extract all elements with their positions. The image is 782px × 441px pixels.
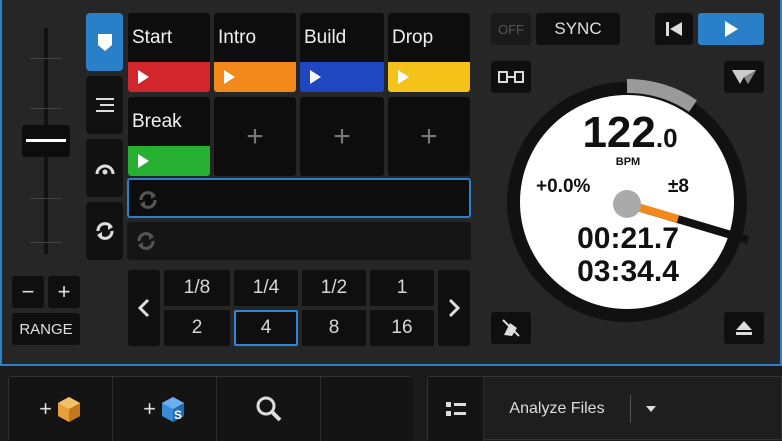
skip-back-icon [666, 22, 682, 36]
platter-center-cap [613, 190, 641, 218]
svg-text:S: S [174, 408, 182, 422]
loop-arrows-icon [137, 232, 155, 250]
saved-loop-slot-1[interactable] [127, 178, 471, 218]
pitch-range-button[interactable]: RANGE [12, 313, 80, 345]
eject-button[interactable] [724, 312, 764, 344]
sync-button[interactable]: SYNC [536, 13, 620, 45]
loop-arrows-icon [96, 222, 113, 240]
hotcue-mode-button[interactable] [86, 13, 123, 71]
list-view-button[interactable] [428, 377, 484, 441]
loop-size-1-4[interactable]: 1/4 [234, 270, 298, 306]
play-icon [224, 70, 235, 84]
pitch-range-value: ±8 [668, 176, 689, 197]
roll-arc-icon [95, 164, 114, 175]
chevron-right-icon [448, 298, 460, 318]
add-to-sampler-button[interactable]: + S [113, 377, 217, 441]
hotcue-pad-empty-8[interactable]: + [388, 97, 470, 176]
pitch-fader-handle[interactable] [22, 125, 70, 157]
prepare-box-icon [57, 397, 80, 422]
loop-size-2[interactable]: 2 [164, 310, 230, 346]
hotcue-trigger[interactable] [128, 146, 210, 176]
hotcue-pad-build[interactable]: Build [300, 13, 384, 92]
slip-hand-icon [502, 319, 520, 337]
loop-size-1-2[interactable]: 1/2 [302, 270, 366, 306]
bpm-unit: BPM [615, 156, 641, 168]
loop-page-next-button[interactable] [438, 270, 470, 346]
browser-toolbar-right: Analyze Files [427, 376, 782, 441]
play-icon [310, 70, 321, 84]
hotcue-label: Break [132, 111, 182, 132]
hotcue-pad-empty-6[interactable]: + [214, 97, 296, 176]
loop-size-1[interactable]: 1 [370, 270, 434, 306]
add-icon: + [420, 119, 438, 153]
hotcue-pad-start[interactable]: Start [128, 13, 210, 92]
sync-off-button[interactable]: OFF [491, 13, 531, 45]
loop-arrows-icon [139, 191, 157, 209]
cue-marker-icon [97, 34, 112, 51]
hotcue-label: Drop [392, 27, 434, 48]
hotcue-trigger[interactable] [300, 62, 384, 92]
saved-loop-slot-2[interactable] [127, 222, 471, 260]
loop-mode-button[interactable] [86, 202, 123, 260]
analyze-files-button[interactable]: Analyze Files [484, 377, 630, 441]
play-button[interactable] [698, 13, 764, 45]
sampler-box-icon: S [161, 397, 184, 422]
bpm-value: 122 [582, 108, 656, 157]
plus-icon: + [143, 396, 156, 421]
elapsed-time: 00:21.7 [577, 222, 679, 255]
search-button[interactable] [217, 377, 321, 441]
slicer-lines-icon [95, 98, 114, 112]
add-to-prepare-button[interactable]: + [9, 377, 113, 441]
hotcue-label: Build [304, 27, 347, 48]
skip-back-button[interactable] [655, 13, 693, 45]
hotcue-label: Intro [218, 27, 257, 48]
bpm-readout: 122.0 [560, 108, 700, 158]
loop-size-8[interactable]: 8 [302, 310, 366, 346]
analyze-dropdown-button[interactable] [631, 377, 671, 441]
hotcue-trigger[interactable] [128, 62, 210, 92]
search-icon [256, 396, 281, 422]
list-view-icon [445, 402, 466, 416]
play-icon [725, 21, 738, 37]
hotcue-pad-empty-7[interactable]: + [300, 97, 384, 176]
hotcue-trigger[interactable] [388, 62, 470, 92]
play-icon [138, 154, 149, 168]
pitch-percent: +0.0% [536, 176, 591, 197]
hotcue-pad-drop[interactable]: Drop [388, 13, 470, 92]
plus-icon: + [39, 396, 52, 421]
pitch-plus-button[interactable]: + [48, 276, 80, 308]
eject-icon [736, 321, 752, 335]
loop-size-16[interactable]: 16 [370, 310, 434, 346]
hotcue-pad-break[interactable]: Break [128, 97, 210, 176]
hotcue-pad-intro[interactable]: Intro [214, 13, 296, 92]
play-icon [138, 70, 149, 84]
loop-page-prev-button[interactable] [128, 270, 160, 346]
pitch-minus-button[interactable]: − [12, 276, 44, 308]
toolbar-empty-cell [321, 377, 413, 441]
slicer-mode-button[interactable] [86, 76, 123, 134]
slip-mode-button[interactable] [491, 312, 531, 344]
hotcue-trigger[interactable] [214, 62, 296, 92]
add-icon: + [333, 119, 351, 153]
loop-size-1-8[interactable]: 1/8 [164, 270, 230, 306]
chevron-left-icon [138, 298, 150, 318]
hotcue-label: Start [132, 27, 173, 48]
browser-toolbar-left: + + S [8, 376, 413, 441]
play-icon [398, 70, 409, 84]
remaining-time: 03:34.4 [577, 255, 679, 288]
chevron-down-icon [646, 406, 656, 412]
loop-size-4[interactable]: 4 [234, 310, 298, 346]
roll-mode-button[interactable] [86, 139, 123, 197]
bpm-decimal: .0 [655, 123, 678, 153]
add-icon: + [246, 119, 264, 153]
